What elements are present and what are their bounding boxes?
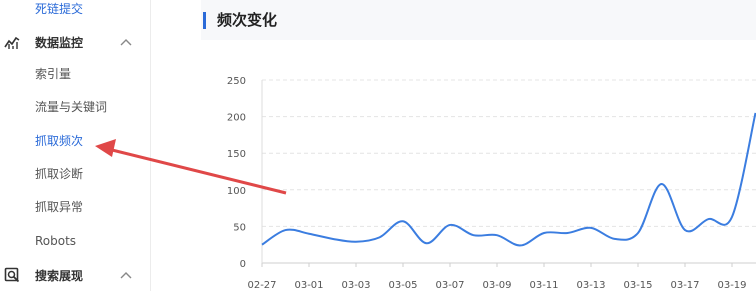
y-tick-label: 200 [227,113,246,124]
data-point[interactable] [541,230,547,236]
data-point[interactable] [494,232,500,238]
x-tick-label: 03-01 [294,280,323,291]
data-point[interactable] [447,222,453,228]
data-point[interactable] [471,232,477,238]
data-point[interactable] [518,242,524,248]
data-point[interactable] [330,236,336,242]
data-point[interactable] [612,236,618,242]
x-tick-label: 03-13 [576,280,605,291]
data-point[interactable] [682,227,688,233]
data-point[interactable] [565,230,571,236]
data-point[interactable] [377,234,383,240]
data-point[interactable] [283,227,289,233]
data-point[interactable] [259,242,265,248]
y-tick-label: 0 [240,259,246,270]
frequency-chart: 0 50 100 150 200 250 02-27 03-01 03-03 03-05 03-07… [227,76,756,291]
y-tick-label: 150 [227,149,246,160]
data-point[interactable] [635,230,641,236]
x-tick-label: 03-17 [670,280,699,291]
y-tick-label: 250 [227,76,246,87]
x-tick-label: 02-27 [247,280,276,291]
data-point[interactable] [306,231,312,237]
data-point[interactable] [659,181,665,187]
data-point[interactable] [729,214,735,220]
x-tick-label: 03-03 [341,280,370,291]
data-point[interactable] [753,110,756,116]
data-point[interactable] [706,216,712,222]
x-tick-label: 03-05 [388,280,417,291]
x-tick-label: 03-15 [623,280,652,291]
x-tick-label: 03-07 [435,280,464,291]
data-point[interactable] [424,240,430,246]
data-point[interactable] [400,218,406,224]
data-point[interactable] [353,239,359,245]
data-point[interactable] [588,225,594,231]
y-tick-label: 50 [233,222,246,233]
x-tick-label: 03-19 [717,280,746,291]
y-tick-label: 100 [227,186,246,197]
x-tick-label: 03-09 [482,280,511,291]
x-tick-label: 03-11 [529,280,558,291]
series-line [261,112,756,247]
